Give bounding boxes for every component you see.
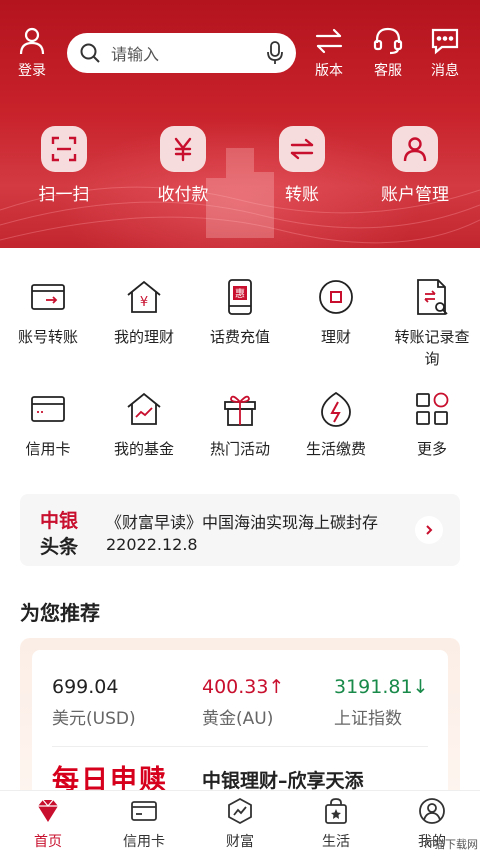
divider (52, 746, 428, 747)
grid-item-account-transfer[interactable]: 账号转账 (0, 278, 96, 348)
rate-name: 上证指数 (334, 709, 402, 729)
news-date: 22022.12.8 (106, 535, 198, 554)
rate-gold[interactable]: 400.33↑ 黄金(AU) (202, 676, 284, 729)
news-headline-card[interactable]: 中银 头条 《财富早读》中国海油实现海上碳封存 22022.12.8 (20, 494, 460, 566)
grid-item-label: 我的基金 (113, 440, 174, 458)
tab-wealth[interactable]: 财富 (192, 797, 288, 851)
yuan-icon (174, 137, 192, 162)
grid-item-bill-payment[interactable]: 生活缴费 (288, 390, 384, 460)
wealth-house-icon: ¥ (127, 280, 161, 313)
watermark-text: IT猫下载网 (424, 838, 478, 851)
chevron-right-icon (426, 525, 433, 535)
grid-item-label: 账号转账 (17, 328, 78, 346)
quick-action-payment[interactable]: 收付款 (138, 126, 228, 205)
wealth-tab-icon (228, 797, 252, 825)
rate-index[interactable]: 3191.81↓ 上证指数 (334, 676, 429, 729)
login-label: 登录 (18, 63, 46, 79)
grid-item-label: 转账记录查询 (394, 328, 470, 368)
search-icon (80, 43, 100, 63)
tab-label: 信用卡 (123, 834, 165, 850)
rate-value: 699.04 (52, 676, 119, 698)
credit-card-tab-icon (131, 801, 157, 821)
news-next-button[interactable] (415, 516, 443, 544)
header-banner: 登录 请输入 版本 客服 消息 扫一扫 收付款 转账 账户管理 (0, 0, 480, 248)
grid-item-label: 理财 (320, 328, 351, 346)
quick-action-label: 扫一扫 (38, 185, 90, 205)
service-label: 客服 (374, 63, 402, 79)
grid-item-label: 热门活动 (209, 440, 270, 458)
quick-action-label: 转账 (285, 185, 319, 205)
user-icon (19, 27, 45, 55)
grid-item-label: 更多 (416, 440, 447, 458)
search-input[interactable]: 请输入 (67, 33, 296, 73)
more-grid-icon (416, 392, 449, 425)
grid-item-my-fund[interactable]: 我的基金 (96, 390, 192, 460)
quick-action-account[interactable]: 账户管理 (370, 126, 460, 205)
headset-icon (373, 27, 403, 55)
news-brand-line2: 头条 (40, 536, 79, 558)
rate-name: 美元(USD) (52, 709, 136, 729)
rate-name: 黄金(AU) (202, 709, 274, 729)
grid-item-label: 话费充值 (209, 328, 270, 346)
promo-subtitle[interactable]: 中银理财–欣享天添 (202, 766, 364, 793)
version-button[interactable]: 版本 (301, 26, 357, 82)
tab-label: 生活 (322, 834, 350, 850)
svg-text:¥: ¥ (140, 295, 148, 310)
grid-item-label: 生活缴费 (305, 440, 366, 458)
rate-value: 400.33↑ (202, 676, 285, 698)
news-brand-line1: 中银 (40, 510, 79, 532)
grid-item-hot-events[interactable]: 热门活动 (192, 390, 288, 460)
credit-card-icon (31, 396, 65, 422)
bottom-tab-bar: 首页 信用卡 财富 生活 我的 (0, 790, 480, 853)
home-diamond-icon (38, 799, 58, 822)
grid-item-transfer-record[interactable]: 转账记录查询 (384, 278, 480, 370)
rate-usd[interactable]: 699.04 美元(USD) (52, 676, 136, 729)
finance-circle-icon (319, 280, 353, 314)
account-icon (403, 137, 427, 162)
message-label: 消息 (431, 63, 459, 79)
grid-item-credit-card[interactable]: 信用卡 (0, 390, 96, 460)
quick-action-scan[interactable]: 扫一扫 (19, 126, 109, 205)
scan-icon (51, 136, 77, 162)
svg-text:惠: 惠 (235, 287, 245, 300)
message-button[interactable]: 消息 (417, 26, 473, 82)
message-icon (431, 28, 459, 55)
grid-item-phone-topup[interactable]: 惠 话费充值 (192, 278, 288, 348)
search-placeholder: 请输入 (111, 45, 160, 64)
tab-life[interactable]: 生活 (288, 797, 384, 851)
recommend-title: 为您推荐 (20, 601, 100, 625)
tab-home[interactable]: 首页 (0, 797, 96, 851)
bill-payment-icon (321, 391, 351, 427)
quick-action-label: 收付款 (157, 185, 209, 205)
version-label: 版本 (315, 63, 343, 79)
service-button[interactable]: 客服 (360, 26, 416, 82)
grid-item-finance[interactable]: 理财 (288, 278, 384, 348)
life-bag-icon (325, 798, 347, 824)
profile-icon (419, 798, 445, 824)
grid-item-more[interactable]: 更多 (384, 390, 480, 460)
fund-house-icon (127, 392, 161, 425)
gift-icon (224, 395, 256, 426)
login-button[interactable]: 登录 (4, 26, 60, 82)
microphone-icon[interactable] (266, 41, 284, 65)
card-transfer-icon (31, 284, 65, 310)
transfer-record-icon (417, 279, 448, 315)
news-title: 《财富早读》中国海油实现海上碳封存 (106, 513, 379, 532)
quick-action-label: 账户管理 (381, 185, 449, 205)
grid-item-label: 我的理财 (113, 328, 174, 346)
tab-credit-card[interactable]: 信用卡 (96, 797, 192, 851)
quick-action-transfer[interactable]: 转账 (257, 126, 347, 205)
switch-arrows-icon (315, 28, 343, 54)
phone-topup-icon: 惠 (228, 279, 252, 315)
tab-label: 首页 (34, 834, 62, 850)
tab-label: 财富 (226, 834, 254, 850)
transfer-icon (290, 138, 314, 160)
grid-item-label: 信用卡 (25, 440, 71, 458)
grid-item-my-wealth[interactable]: ¥ 我的理财 (96, 278, 192, 348)
rate-value: 3191.81↓ (334, 676, 429, 698)
